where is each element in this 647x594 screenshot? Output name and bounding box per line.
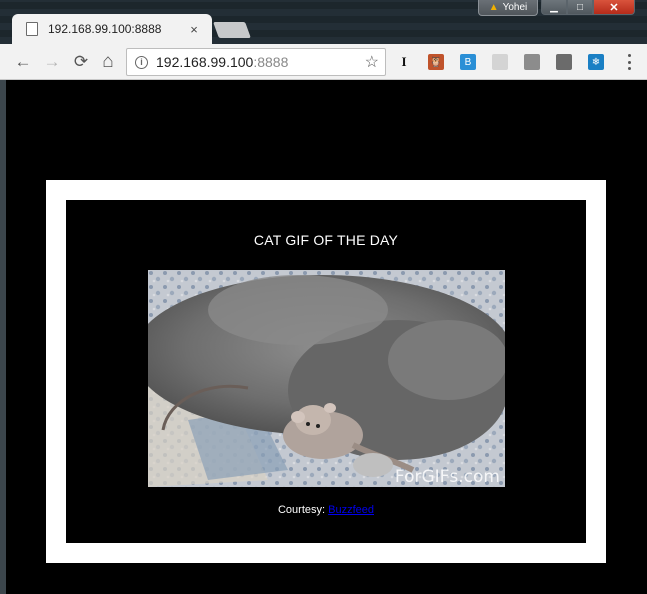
cat-gif-illustration: ForGIFs.com (148, 270, 505, 487)
profile-button[interactable]: ▲ Yohei (478, 0, 538, 16)
browser-menu-icon[interactable] (624, 54, 634, 70)
forward-button[interactable]: → (41, 51, 63, 73)
pocket-extension-icon[interactable] (556, 54, 572, 70)
back-button[interactable]: ← (12, 51, 34, 73)
window-controls: ▁ □ ✕ (541, 0, 635, 15)
owl-extension-icon[interactable]: 🦉 (428, 54, 444, 70)
blue-extension-icon[interactable]: B (460, 54, 476, 70)
page-viewport: CAT GIF OF THE DAY ForGIFs.com Courtesy:… (6, 80, 647, 594)
new-tab-button[interactable] (213, 22, 251, 38)
snowflake-extension-icon[interactable]: ❄ (588, 54, 604, 70)
tab-close-icon[interactable]: × (186, 22, 202, 37)
address-text[interactable]: 192.168.99.100:8888 (156, 54, 365, 70)
page-heading: CAT GIF OF THE DAY (253, 232, 399, 248)
bookmark-star-icon[interactable]: ☆ (365, 52, 379, 72)
cat-gif-image: ForGIFs.com (148, 270, 505, 487)
site-info-icon[interactable]: i (135, 55, 148, 69)
instapaper-icon[interactable]: I (396, 54, 412, 70)
address-port: :8888 (253, 54, 289, 70)
tab-title: 192.168.99.100:8888 (48, 22, 162, 36)
close-window-button[interactable]: ✕ (593, 0, 635, 15)
buzzfeed-link[interactable]: Buzzfeed (328, 504, 374, 516)
window-titlebar: 192.168.99.100:8888 × ▲ Yohei ▁ □ ✕ (0, 0, 647, 44)
browser-toolbar: ← → ⟳ ⌂ i 192.168.99.100:8888 ☆ I 🦉 B ❄ (0, 44, 647, 80)
minimize-button[interactable]: ▁ (541, 0, 567, 15)
white-frame: CAT GIF OF THE DAY ForGIFs.com Courtesy:… (46, 180, 606, 563)
gif-watermark: ForGIFs.com (395, 467, 500, 487)
home-button[interactable]: ⌂ (97, 51, 119, 73)
content-card: CAT GIF OF THE DAY ForGIFs.com Courtesy:… (66, 200, 586, 543)
page-icon (26, 22, 38, 36)
gray-extension-icon[interactable] (492, 54, 508, 70)
profile-name: Yohei (502, 2, 528, 13)
courtesy-line: Courtesy: Buzzfeed (66, 504, 586, 516)
chat-extension-icon[interactable] (524, 54, 540, 70)
maximize-button[interactable]: □ (567, 0, 593, 15)
address-bar[interactable]: i 192.168.99.100:8888 ☆ (126, 48, 386, 76)
reload-button[interactable]: ⟳ (70, 51, 92, 73)
courtesy-label: Courtesy: (277, 504, 326, 516)
browser-tab[interactable]: 192.168.99.100:8888 × (12, 14, 212, 44)
warning-icon: ▲ (488, 2, 499, 13)
address-host: 192.168.99.100 (156, 54, 254, 70)
